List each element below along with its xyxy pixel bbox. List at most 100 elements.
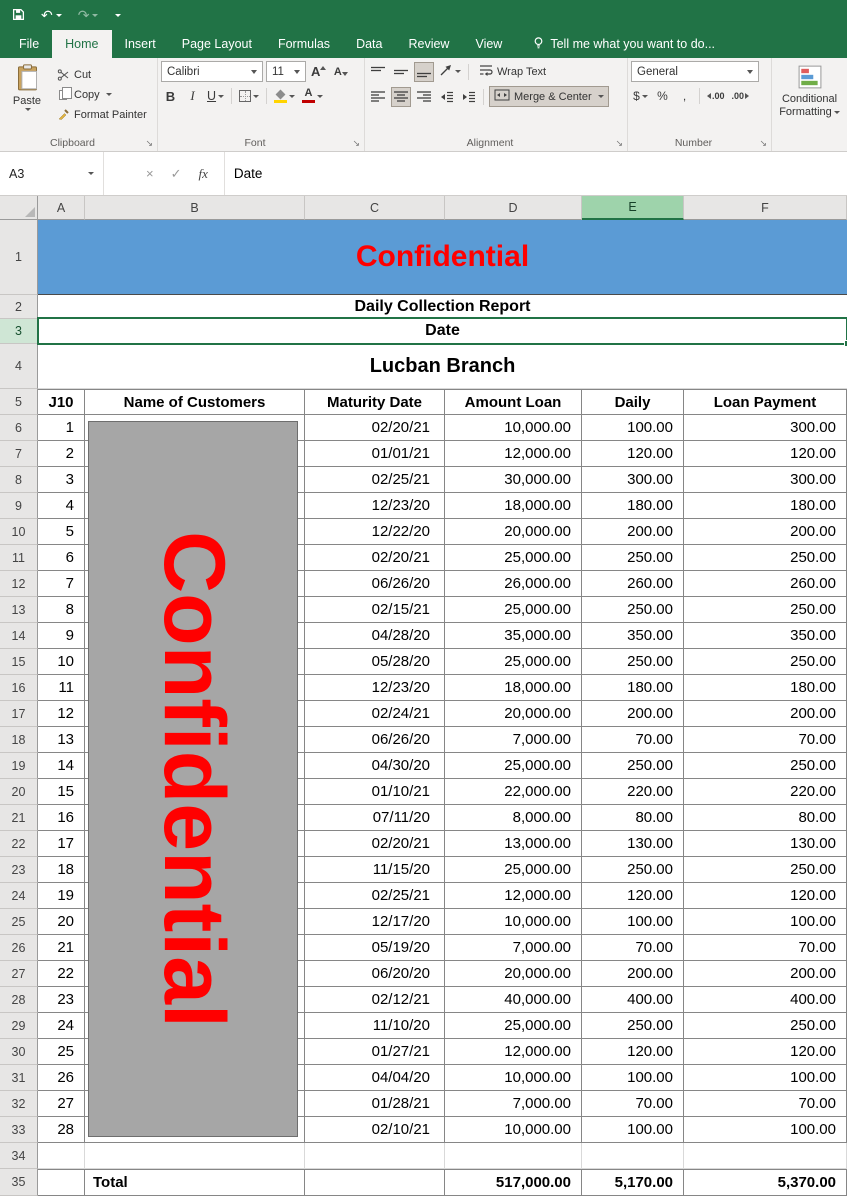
cell-amount-loan[interactable]: 12,000.00 [445, 1039, 582, 1065]
cell-amount-loan[interactable]: 22,000.00 [445, 779, 582, 805]
cell-daily[interactable]: 120.00 [582, 1039, 684, 1065]
name-box[interactable]: A3 [0, 152, 104, 195]
decrease-indent-button[interactable] [437, 87, 456, 107]
cell-loan-payment[interactable]: 250.00 [684, 649, 847, 675]
cell-maturity-date[interactable]: 12/23/20 [305, 493, 445, 519]
cell-loan-payment[interactable]: 200.00 [684, 701, 847, 727]
cell-maturity-date[interactable]: 12/17/20 [305, 909, 445, 935]
row-header[interactable]: 23 [0, 857, 38, 883]
cell-daily[interactable]: 130.00 [582, 831, 684, 857]
row-header[interactable]: 27 [0, 961, 38, 987]
align-bottom-button[interactable] [414, 62, 434, 82]
cell-daily[interactable]: 220.00 [582, 779, 684, 805]
font-color-button[interactable]: A [300, 86, 325, 106]
fill-color-button[interactable] [272, 86, 297, 106]
column-header-b[interactable]: B [85, 196, 305, 220]
cell-loan-payment[interactable]: 120.00 [684, 1039, 847, 1065]
clipboard-dialog-launcher[interactable]: ↘ [145, 138, 153, 149]
increase-decimal-button[interactable]: .00 [705, 86, 727, 106]
tab-insert[interactable]: Insert [112, 30, 169, 58]
undo-button[interactable]: ↶ [41, 8, 62, 22]
paste-dropdown-icon[interactable] [25, 108, 31, 111]
font-size-select[interactable]: 11 [266, 61, 306, 82]
alignment-dialog-launcher[interactable]: ↘ [615, 138, 623, 149]
formula-input[interactable]: Date [225, 152, 847, 195]
cell-amount-loan[interactable]: 20,000.00 [445, 961, 582, 987]
cell-amount-loan[interactable]: 7,000.00 [445, 727, 582, 753]
cell-daily[interactable]: 100.00 [582, 415, 684, 441]
align-center-button[interactable] [391, 87, 411, 107]
row-header[interactable]: 22 [0, 831, 38, 857]
cell-customer-number[interactable]: 27 [38, 1091, 85, 1117]
cell-loan-payment[interactable]: 250.00 [684, 597, 847, 623]
header-cell-amount-loan[interactable]: Amount Loan [445, 389, 582, 415]
cell-loan-payment[interactable]: 300.00 [684, 415, 847, 441]
row-header[interactable]: 8 [0, 467, 38, 493]
decrease-decimal-button[interactable]: .00 [730, 86, 752, 106]
cell-maturity-date[interactable]: 05/19/20 [305, 935, 445, 961]
cell-daily[interactable]: 100.00 [582, 1065, 684, 1091]
cell-customer-number[interactable]: 12 [38, 701, 85, 727]
row-header[interactable]: 31 [0, 1065, 38, 1091]
copy-button[interactable]: Copy [56, 86, 147, 103]
cell-loan-payment[interactable]: 300.00 [684, 467, 847, 493]
accounting-format-button[interactable]: $ [631, 86, 650, 106]
select-all-corner[interactable] [0, 196, 38, 220]
cell-maturity-date[interactable]: 02/25/21 [305, 467, 445, 493]
cell[interactable] [38, 1143, 85, 1169]
cell-maturity-date[interactable]: 12/22/20 [305, 519, 445, 545]
number-format-select[interactable]: General [631, 61, 759, 82]
align-top-button[interactable] [368, 62, 388, 82]
header-cell-loan-payment[interactable]: Loan Payment [684, 389, 847, 415]
row-header[interactable]: 25 [0, 909, 38, 935]
row-header[interactable]: 20 [0, 779, 38, 805]
cell-daily[interactable]: 200.00 [582, 701, 684, 727]
cell-customer-number[interactable]: 19 [38, 883, 85, 909]
cell-maturity-date[interactable]: 02/24/21 [305, 701, 445, 727]
row-header[interactable]: 34 [0, 1143, 38, 1169]
cell-amount-loan[interactable]: 13,000.00 [445, 831, 582, 857]
cell-loan-payment[interactable]: 180.00 [684, 493, 847, 519]
cell-maturity-date[interactable]: 02/10/21 [305, 1117, 445, 1143]
cell-amount-loan[interactable]: 8,000.00 [445, 805, 582, 831]
cell-loan-payment[interactable]: 200.00 [684, 961, 847, 987]
cell-daily[interactable]: 400.00 [582, 987, 684, 1013]
cell-loan-payment[interactable]: 180.00 [684, 675, 847, 701]
cell-daily[interactable]: 250.00 [582, 753, 684, 779]
row-header[interactable]: 29 [0, 1013, 38, 1039]
comma-style-button[interactable]: , [675, 86, 694, 106]
cell-amount-loan[interactable]: 10,000.00 [445, 909, 582, 935]
row-header[interactable]: 17 [0, 701, 38, 727]
cell-amount-loan[interactable]: 12,000.00 [445, 441, 582, 467]
format-painter-button[interactable]: Format Painter [56, 106, 147, 123]
cell-loan-payment[interactable]: 220.00 [684, 779, 847, 805]
cell-daily[interactable]: 260.00 [582, 571, 684, 597]
row-header[interactable]: 13 [0, 597, 38, 623]
cell-loan-payment[interactable]: 200.00 [684, 519, 847, 545]
cell-daily[interactable]: 70.00 [582, 727, 684, 753]
row-header[interactable]: 35 [0, 1169, 38, 1196]
cell-maturity-date[interactable]: 02/12/21 [305, 987, 445, 1013]
cell-customer-number[interactable]: 21 [38, 935, 85, 961]
cell-maturity-date[interactable]: 02/20/21 [305, 415, 445, 441]
cancel-icon[interactable]: × [146, 166, 154, 181]
cell-loan-payment[interactable]: 120.00 [684, 883, 847, 909]
conditional-formatting-button[interactable]: Conditional Formatting [775, 61, 844, 118]
cell-maturity-date[interactable]: 06/26/20 [305, 727, 445, 753]
cell-customer-number[interactable]: 15 [38, 779, 85, 805]
cell-loan-payment[interactable]: 70.00 [684, 935, 847, 961]
align-left-button[interactable] [368, 87, 388, 107]
row-header[interactable]: 21 [0, 805, 38, 831]
row-header[interactable]: 16 [0, 675, 38, 701]
tab-data[interactable]: Data [343, 30, 395, 58]
header-cell-maturity-date[interactable]: Maturity Date [305, 389, 445, 415]
row-header[interactable]: 26 [0, 935, 38, 961]
report-title-cell[interactable]: Daily Collection Report [38, 295, 847, 319]
italic-button[interactable]: I [183, 86, 202, 106]
cell-customer-number[interactable]: 18 [38, 857, 85, 883]
number-dialog-launcher[interactable]: ↘ [759, 138, 767, 149]
row-header[interactable]: 6 [0, 415, 38, 441]
row-header[interactable]: 12 [0, 571, 38, 597]
row-header[interactable]: 18 [0, 727, 38, 753]
cell-customer-number[interactable]: 20 [38, 909, 85, 935]
